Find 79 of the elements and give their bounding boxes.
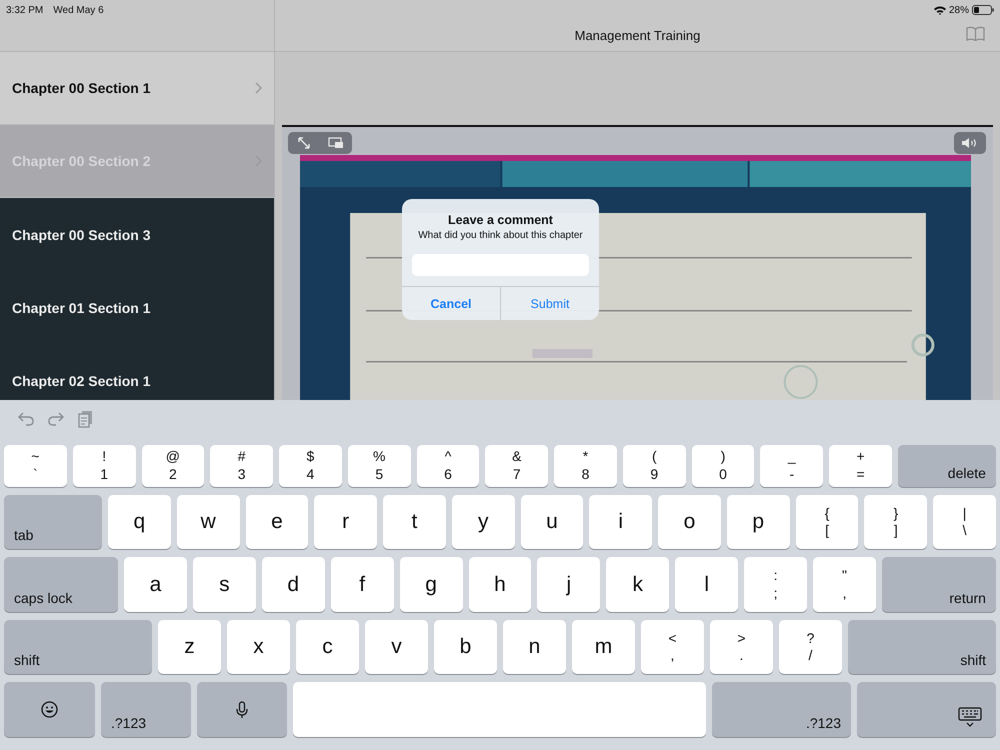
key[interactable]: } ] — [864, 494, 928, 550]
return-key[interactable]: return — [882, 557, 996, 612]
keyboard-dismiss-key[interactable] — [857, 682, 996, 738]
status-time: 3:32 PM — [6, 4, 44, 16]
expand-arrows-icon — [297, 136, 311, 150]
speaker-icon — [961, 137, 979, 149]
alert-title: Leave a comment — [447, 213, 554, 227]
key[interactable]: g — [400, 557, 463, 612]
key[interactable]: e — [246, 494, 308, 550]
numbers-key[interactable]: .?123 — [712, 682, 851, 738]
key[interactable]: i — [589, 494, 652, 550]
key[interactable]: ) 0 — [692, 444, 754, 487]
picture-in-picture-icon — [328, 137, 344, 149]
key[interactable]: a — [124, 557, 187, 612]
key[interactable]: s — [192, 557, 256, 612]
key[interactable]: b — [434, 620, 497, 674]
key[interactable]: c — [296, 620, 359, 674]
key[interactable]: y — [452, 494, 515, 550]
tab-key[interactable]: tab — [4, 494, 102, 550]
dictation-key[interactable] — [197, 682, 287, 738]
key[interactable]: @ 2 — [142, 444, 204, 487]
key[interactable]: r — [314, 494, 378, 550]
wifi-icon — [934, 6, 946, 14]
key[interactable]: v — [365, 620, 428, 674]
paste-icon[interactable] — [78, 410, 93, 428]
key[interactable]: " , — [813, 557, 876, 612]
numbers-key[interactable]: .?123 — [101, 682, 191, 738]
battery-percentage: 28% — [948, 4, 969, 16]
key[interactable]: k — [606, 557, 670, 612]
key[interactable]: % 5 — [348, 444, 411, 487]
key[interactable]: p — [726, 494, 790, 550]
key[interactable]: ? / — [779, 620, 842, 674]
key[interactable]: q — [108, 494, 171, 550]
window-title: Management Training — [574, 28, 700, 43]
key[interactable]: j — [537, 557, 600, 612]
key[interactable]: u — [520, 494, 584, 550]
caps-lock-key[interactable]: caps lock — [4, 557, 118, 612]
key[interactable]: ! 1 — [72, 444, 136, 487]
key[interactable]: w — [176, 494, 240, 550]
key[interactable]: # 3 — [210, 444, 274, 487]
book-icon[interactable] — [966, 26, 985, 41]
chevron-icon — [255, 82, 262, 94]
redo-icon[interactable] — [48, 412, 64, 426]
key[interactable]: ^ 6 — [416, 444, 480, 487]
key[interactable]: t — [383, 494, 446, 550]
key[interactable]: _ - — [760, 444, 824, 487]
sidebar-item[interactable]: Chapter 00 Section 1 — [0, 52, 274, 125]
emoji-key[interactable] — [4, 682, 95, 738]
key[interactable]: & 7 — [485, 444, 548, 487]
key[interactable]: z — [158, 620, 221, 674]
key[interactable]: ~ ` — [4, 444, 67, 487]
microphone-icon — [236, 700, 248, 719]
key[interactable]: l — [675, 557, 738, 612]
key[interactable]: + = — [829, 444, 892, 487]
key[interactable]: > . — [710, 620, 773, 674]
keyboard-dismiss-icon — [958, 706, 982, 727]
shift-key[interactable]: shift — [4, 620, 152, 674]
key[interactable]: ( 9 — [622, 444, 686, 487]
key[interactable]: n — [503, 620, 566, 674]
key[interactable]: f — [330, 557, 394, 612]
undo-icon[interactable] — [18, 412, 34, 426]
key[interactable]: x — [227, 620, 290, 674]
status-date: Wed May 6 — [53, 4, 104, 16]
key[interactable]: d — [262, 557, 325, 612]
delete-key[interactable]: delete — [898, 444, 996, 487]
key[interactable]: { [ — [796, 494, 858, 550]
key[interactable]: m — [572, 620, 635, 674]
key[interactable]: o — [658, 494, 721, 550]
key[interactable]: $ 4 — [279, 444, 342, 487]
alert-message: What did you think about this chapter — [417, 230, 584, 241]
emoji-icon — [41, 701, 58, 718]
comment-field[interactable] — [412, 254, 589, 276]
key[interactable]: | \ — [933, 494, 996, 550]
battery-icon — [972, 5, 994, 15]
key[interactable]: < , — [641, 620, 704, 674]
shift-key[interactable]: shift — [848, 620, 996, 674]
key[interactable]: * 8 — [554, 444, 617, 487]
key[interactable]: : ; — [744, 557, 808, 612]
key[interactable]: h — [468, 557, 532, 612]
